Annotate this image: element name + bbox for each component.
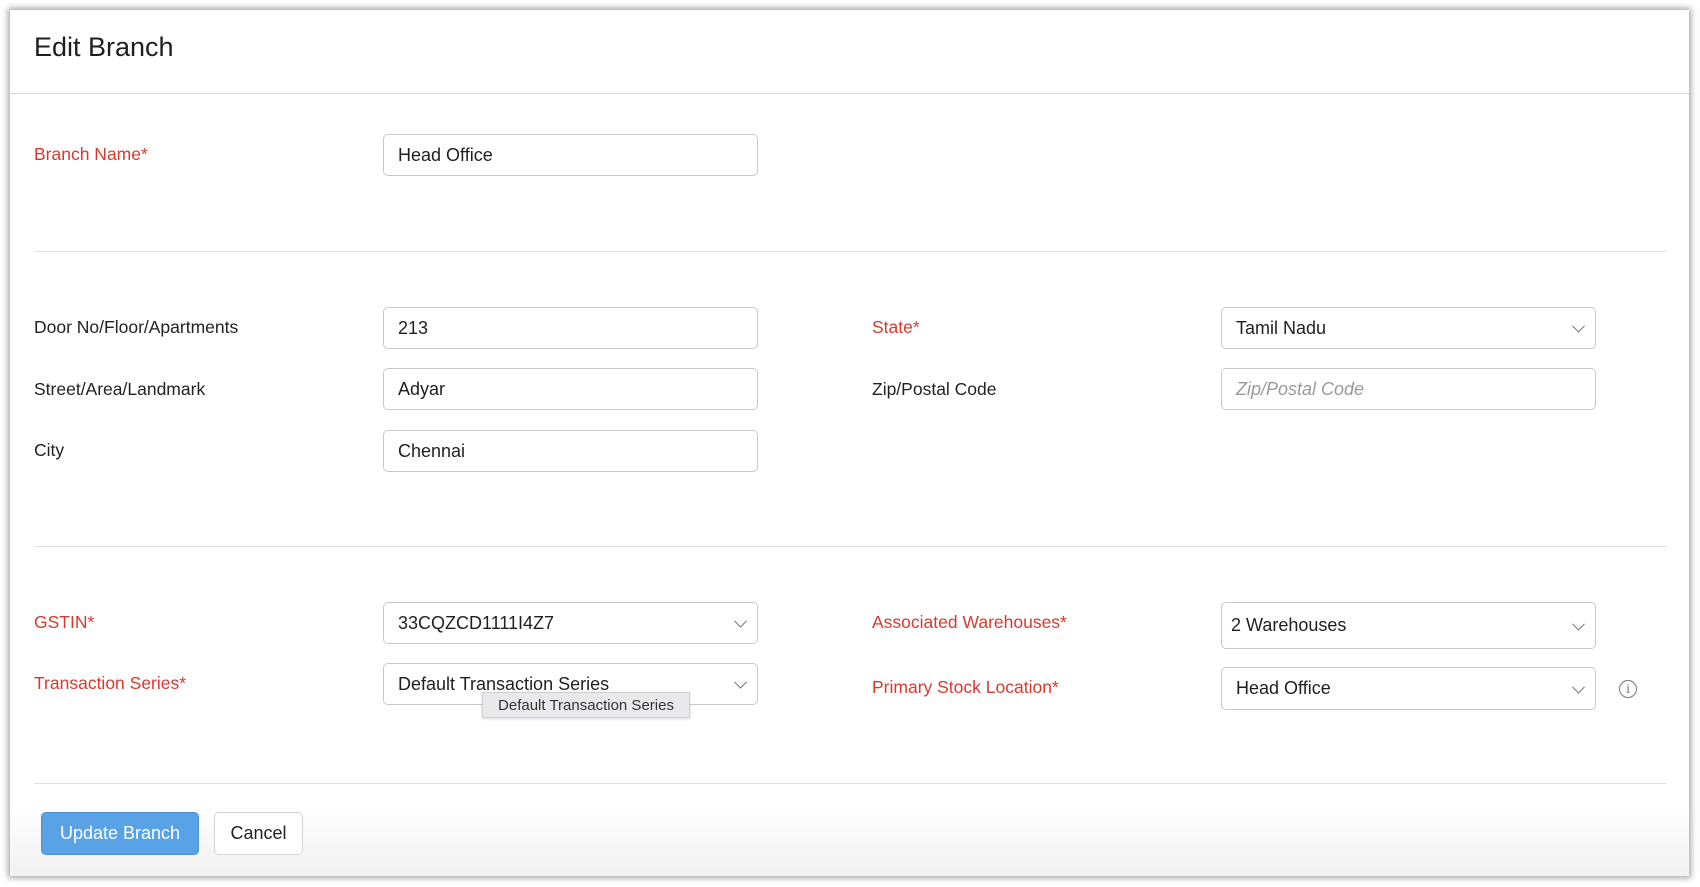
gstin-value: 33CQZCD1111I4Z7	[398, 612, 555, 633]
city-label: City	[34, 440, 65, 460]
state-label: State*	[872, 317, 920, 337]
warehouses-select[interactable]: 2 Warehouses	[1221, 602, 1596, 649]
zip-label: Zip/Postal Code	[872, 379, 997, 399]
edit-branch-panel: Edit Branch Branch Name* Head Office Doo…	[10, 10, 1689, 876]
branch-name-label: Branch Name*	[34, 144, 148, 164]
city-input[interactable]: Chennai	[383, 430, 758, 472]
gstin-label: GSTIN*	[34, 612, 95, 632]
street-input[interactable]: Adyar	[383, 368, 758, 410]
chevron-down-icon	[1572, 617, 1585, 631]
section-divider	[34, 783, 1667, 784]
header-divider	[10, 93, 1689, 94]
door-input[interactable]: 213	[383, 307, 758, 349]
update-branch-button[interactable]: Update Branch	[41, 812, 199, 855]
door-label: Door No/Floor/Apartments	[34, 317, 239, 337]
chevron-down-icon	[734, 675, 747, 689]
section-divider	[34, 546, 1667, 547]
warehouses-label: Associated Warehouses*	[872, 612, 1067, 632]
chevron-down-icon	[734, 614, 747, 628]
chevron-down-icon	[1572, 319, 1585, 333]
warehouses-value: 2 Warehouses	[1231, 615, 1347, 635]
section-divider	[34, 251, 1667, 252]
chevron-down-icon	[1572, 680, 1585, 694]
cancel-button[interactable]: Cancel	[214, 812, 303, 855]
branch-name-input[interactable]: Head Office	[383, 134, 758, 176]
primary-stock-value: Head Office	[1236, 678, 1331, 698]
primary-stock-select[interactable]: Head Office	[1221, 667, 1596, 710]
transaction-series-tooltip: Default Transaction Series	[482, 692, 690, 718]
info-icon[interactable]: i	[1619, 680, 1637, 698]
transaction-series-label: Transaction Series*	[34, 673, 187, 693]
primary-stock-label: Primary Stock Location*	[872, 677, 1059, 697]
state-value: Tamil Nadu	[1236, 317, 1327, 338]
gstin-select[interactable]: 33CQZCD1111I4Z7	[383, 602, 758, 644]
zip-input[interactable]: Zip/Postal Code	[1221, 368, 1596, 410]
page-title: Edit Branch	[34, 32, 174, 62]
street-label: Street/Area/Landmark	[34, 379, 206, 399]
state-select[interactable]: Tamil Nadu	[1221, 307, 1596, 349]
